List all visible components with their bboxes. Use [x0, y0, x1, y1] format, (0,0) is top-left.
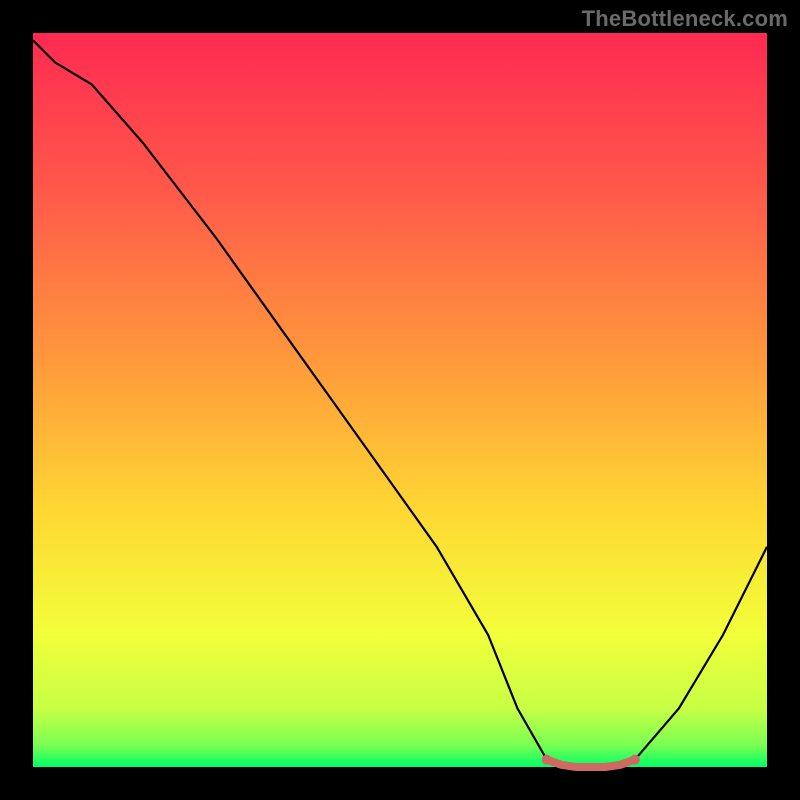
- chart-container: { "watermark": "TheBottleneck.com", "col…: [0, 0, 800, 800]
- watermark-text: TheBottleneck.com: [582, 6, 788, 32]
- minimum-dot-left: [542, 755, 552, 765]
- minimum-dot-right: [630, 755, 640, 765]
- bottleneck-chart: [0, 0, 800, 800]
